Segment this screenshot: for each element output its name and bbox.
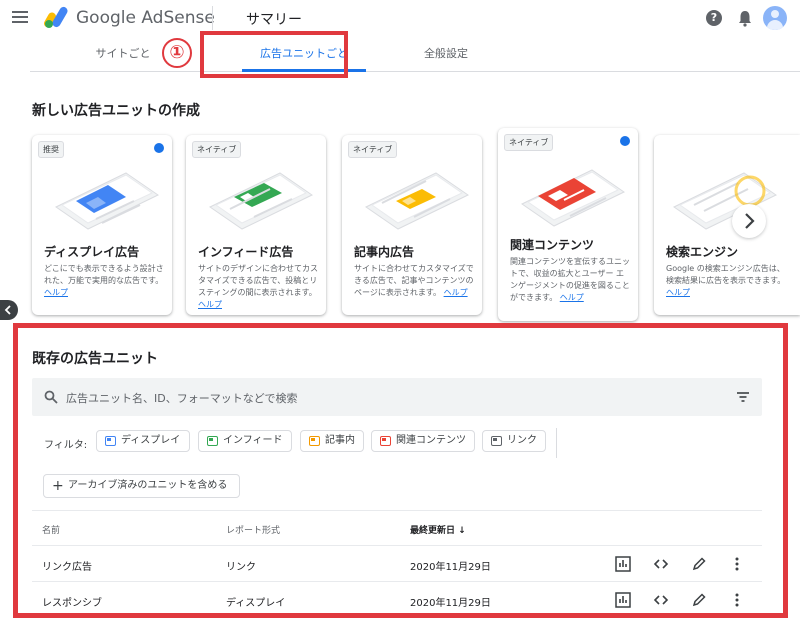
card-title: 検索エンジン	[666, 245, 739, 259]
adsense-logo-icon	[44, 6, 68, 28]
card-infeed-ad[interactable]: ネイティブ インフィード広告 サイトのデザインに合わせてカスタマイズできる広告で…	[186, 135, 326, 315]
infeed-ad-illustration-icon	[209, 172, 313, 230]
card-in-article-ad[interactable]: ネイティブ 記事内広告 サイトに合わせてカスタマイズできる広告で、記事やコンテン…	[342, 135, 482, 315]
in-article-ad-illustration-icon	[365, 172, 469, 230]
sidebar-toggle-handle[interactable]	[0, 300, 18, 320]
carousel-next-button[interactable]	[732, 204, 766, 238]
bolt-icon	[154, 143, 164, 153]
display-ad-illustration-icon	[55, 172, 159, 230]
card-help-link[interactable]: ヘルプ	[444, 288, 468, 297]
chevron-left-icon	[4, 305, 11, 315]
tab-general-settings[interactable]: 全般設定	[384, 36, 508, 72]
card-help-link[interactable]: ヘルプ	[44, 288, 68, 297]
tab-bar: サイトごと 広告ユニットごと 全般設定	[30, 36, 800, 72]
search-engine-illustration-icon	[673, 172, 777, 230]
card-help-link[interactable]: ヘルプ	[198, 300, 222, 309]
page-title: サマリー	[246, 12, 302, 28]
annotation-highlight-tab	[200, 31, 348, 78]
card-title: ディスプレイ広告	[44, 245, 140, 259]
card-description: 関連コンテンツを宣伝するユニットで、収益の拡大とユーザー エンゲージメントの促進…	[510, 257, 630, 302]
card-badge: ネイティブ	[192, 141, 242, 158]
card-title: 関連コンテンツ	[510, 238, 595, 252]
brand-name: Google AdSense	[76, 8, 215, 28]
card-help-link[interactable]: ヘルプ	[666, 288, 690, 297]
bolt-icon	[620, 136, 630, 146]
card-description: Google の検索エンジン広告は、検索結果に広告を表示できます。 ヘルプ	[666, 264, 786, 297]
card-title: 記事内広告	[354, 245, 415, 259]
top-app-bar: Google AdSense サマリー ?	[0, 0, 800, 36]
create-section-title: 新しい広告ユニットの作成	[32, 103, 200, 119]
card-badge: 推奨	[38, 141, 64, 158]
chevron-right-icon	[745, 213, 755, 229]
help-icon[interactable]: ?	[706, 10, 722, 26]
card-description: どこにでも表示できるよう設計された、万能で実用的な広告です。 ヘルプ	[44, 264, 164, 297]
annotation-number: ①	[162, 38, 192, 68]
card-badge: ネイティブ	[348, 141, 398, 158]
card-badge: ネイティブ	[504, 134, 554, 151]
card-search-engine[interactable]: 検索エンジン Google の検索エンジン広告は、検索結果に広告を表示できます。…	[654, 135, 800, 315]
annotation-highlight-existing-units	[13, 323, 788, 618]
card-related-content[interactable]: ネイティブ 関連コンテンツ 関連コンテンツを宣伝するユニットで、収益の拡大とユー…	[498, 128, 638, 321]
related-content-illustration-icon	[521, 169, 625, 227]
notification-bell-icon[interactable]	[737, 9, 753, 27]
header-divider	[212, 6, 213, 30]
menu-icon[interactable]	[12, 11, 28, 25]
card-help-link[interactable]: ヘルプ	[560, 293, 584, 302]
card-description: サイトに合わせてカスタマイズできる広告で、記事やコンテンツのページに表示されます…	[354, 264, 474, 297]
card-display-ad[interactable]: 推奨 ディスプレイ広告 どこにでも表示できるよう設計された、万能で実用的な広告で…	[32, 135, 172, 315]
card-title: インフィード広告	[198, 245, 294, 259]
account-avatar[interactable]	[763, 6, 787, 30]
card-description: サイトのデザインに合わせてカスタマイズできる広告で、投稿とリスティングの間に表示…	[198, 264, 318, 309]
